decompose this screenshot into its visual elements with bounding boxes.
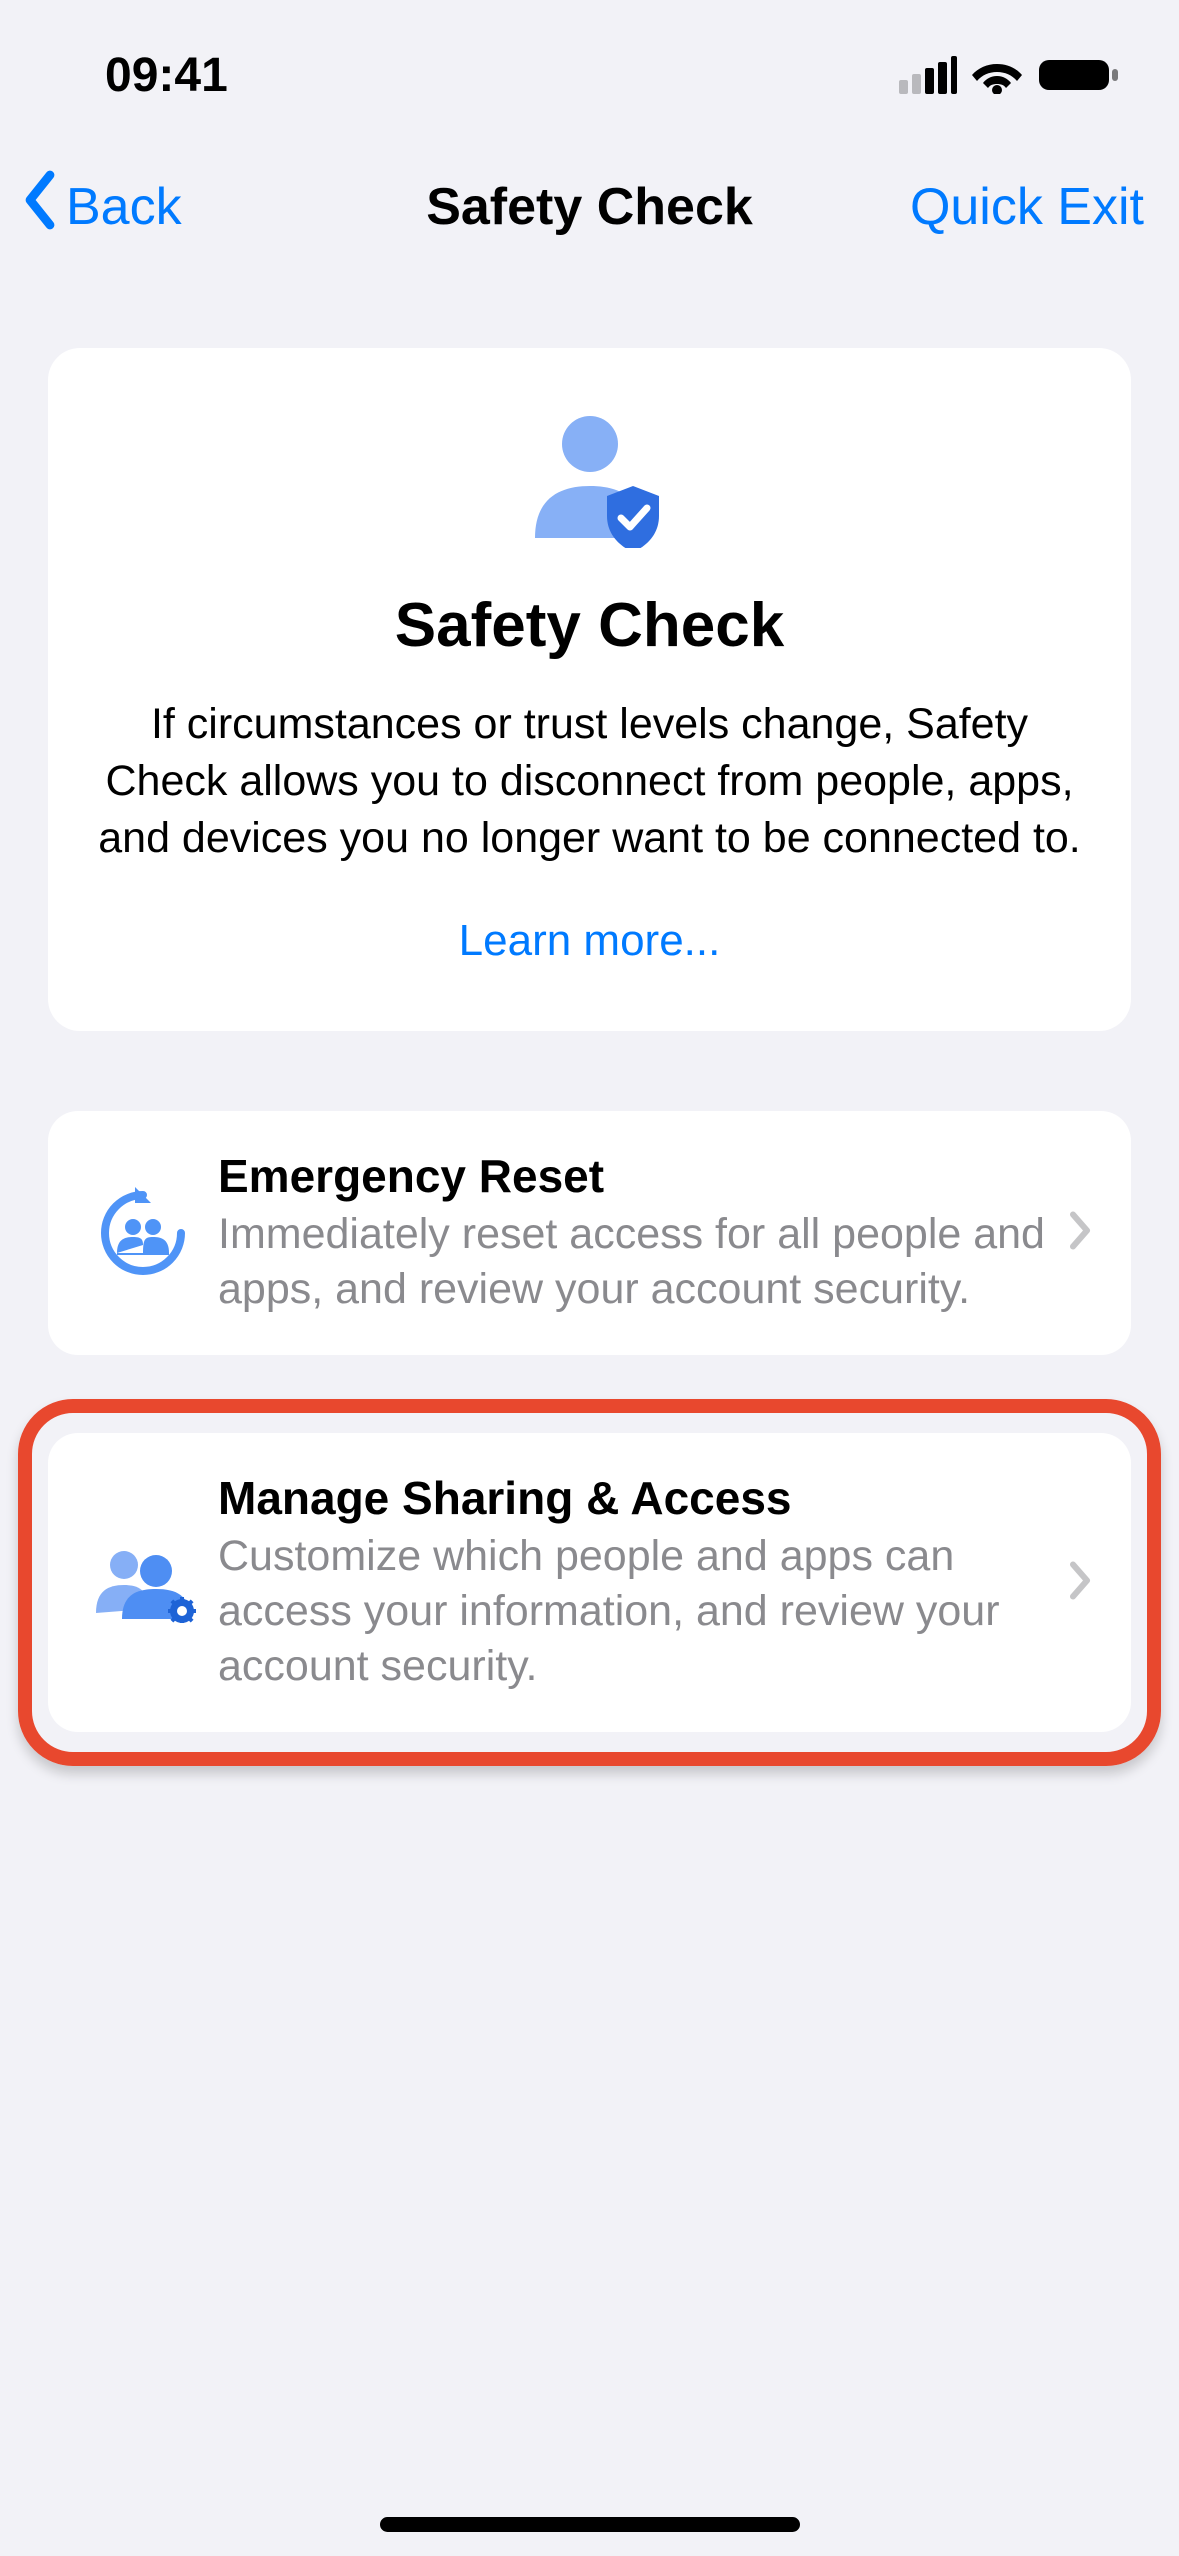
intro-description: If circumstances or trust levels change,… [88, 696, 1091, 866]
nav-bar: Back Safety Check Quick Exit [0, 130, 1179, 293]
row-description: Customize which people and apps can acce… [218, 1529, 1051, 1694]
wifi-icon [971, 56, 1023, 94]
emergency-reset-row[interactable]: Emergency Reset Immediately reset access… [48, 1111, 1131, 1355]
page-title: Safety Check [426, 177, 753, 237]
status-time: 09:41 [50, 48, 228, 103]
chevron-right-icon [1069, 1211, 1093, 1256]
emergency-reset-icon [78, 1183, 208, 1283]
row-title: Manage Sharing & Access [218, 1471, 1051, 1525]
quick-exit-button[interactable]: Quick Exit [910, 177, 1144, 237]
safety-check-icon [88, 408, 1091, 548]
row-title: Emergency Reset [218, 1149, 1051, 1203]
cellular-icon [899, 56, 957, 94]
manage-sharing-icon [78, 1543, 208, 1623]
battery-icon [1037, 56, 1119, 94]
learn-more-link[interactable]: Learn more... [88, 916, 1091, 966]
intro-card: Safety Check If circumstances or trust l… [48, 348, 1131, 1031]
chevron-right-icon [1069, 1560, 1093, 1605]
chevron-left-icon [20, 170, 60, 243]
content: Safety Check If circumstances or trust l… [0, 293, 1179, 1760]
back-button[interactable]: Back [20, 170, 182, 243]
back-label: Back [66, 177, 182, 237]
home-indicator[interactable] [380, 2517, 800, 2532]
status-bar: 09:41 [0, 0, 1179, 130]
intro-title: Safety Check [88, 590, 1091, 661]
row-description: Immediately reset access for all people … [218, 1207, 1051, 1317]
highlight-annotation: Manage Sharing & Access Customize which … [48, 1405, 1131, 1760]
manage-sharing-row[interactable]: Manage Sharing & Access Customize which … [48, 1433, 1131, 1732]
status-indicators [899, 56, 1129, 94]
